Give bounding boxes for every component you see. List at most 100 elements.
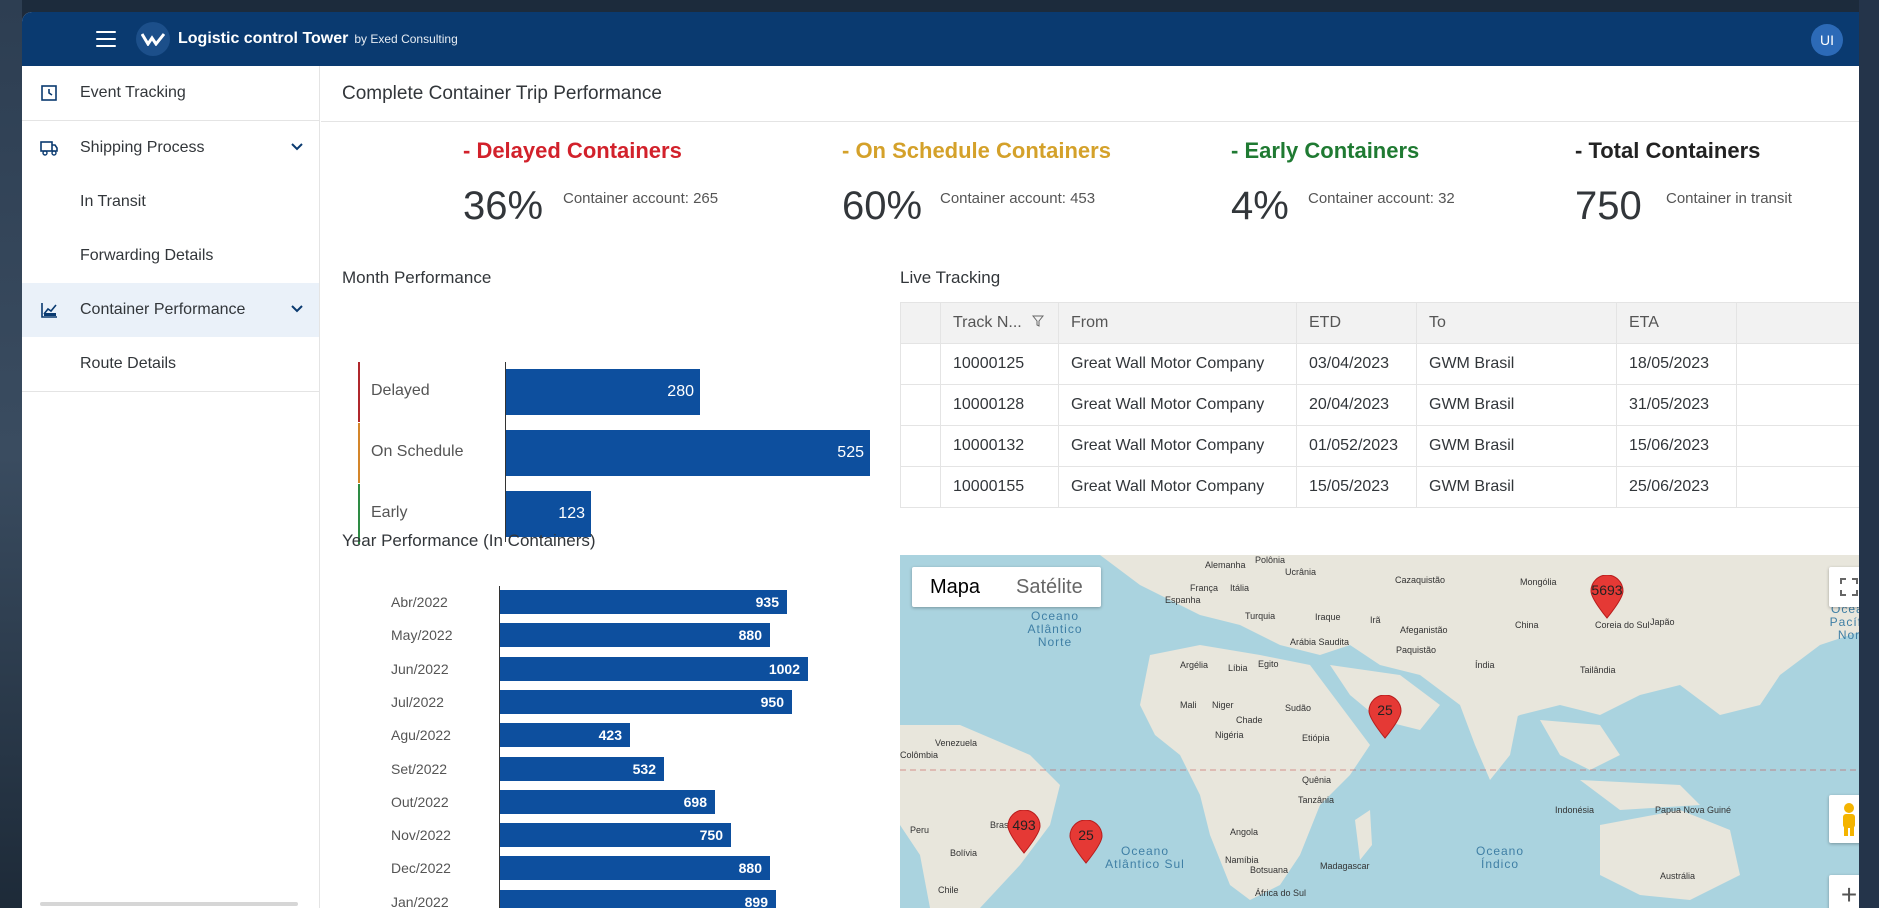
table-row[interactable]: 10000155 Great Wall Motor Company 15/05/20… bbox=[900, 466, 1879, 508]
map-country-label: Turquia bbox=[1245, 611, 1276, 621]
chart-bar[interactable]: 280 bbox=[506, 369, 700, 415]
sidebar-item-route-details[interactable]: Route Details bbox=[22, 337, 319, 391]
kpi-on-schedule-desc: Container account: 453 bbox=[940, 190, 1096, 207]
map-country-label: Namíbia bbox=[1225, 855, 1259, 865]
map-country-label: Polônia bbox=[1255, 555, 1286, 565]
chart-bar[interactable]: 935 bbox=[500, 590, 787, 614]
category-label: Set/2022 bbox=[391, 760, 448, 777]
sidebar-item-label: Event Tracking bbox=[80, 84, 186, 101]
chart-bar[interactable]: 532 bbox=[500, 756, 664, 781]
column-header-to[interactable]: To bbox=[1416, 302, 1617, 344]
category-label: Agu/2022 bbox=[391, 727, 451, 744]
table-cell: 15/05/2023 bbox=[1296, 466, 1417, 508]
chart-bar[interactable]: 525 bbox=[506, 430, 870, 476]
sidebar: Event Tracking Shipping Process In Trans… bbox=[22, 66, 320, 908]
menu-icon[interactable] bbox=[96, 31, 116, 47]
row-selector[interactable] bbox=[900, 384, 941, 426]
map-marker[interactable]: 493 bbox=[1006, 810, 1042, 854]
table-row[interactable]: 10000132 Great Wall Motor Company 01/052/2… bbox=[900, 425, 1879, 467]
map-country-label: Tanzânia bbox=[1298, 795, 1335, 805]
sidebar-item-in-transit[interactable]: In Transit bbox=[22, 175, 319, 229]
column-header-from[interactable]: From bbox=[1058, 302, 1297, 344]
table-cell-filler bbox=[1736, 384, 1879, 426]
chevron-down-icon[interactable] bbox=[289, 301, 305, 317]
chart-bar[interactable]: 950 bbox=[500, 689, 792, 714]
map-marker-label: 25 bbox=[1078, 827, 1094, 843]
table-cell: 10000128 bbox=[940, 384, 1059, 426]
sidebar-item-container-performance[interactable]: Container Performance bbox=[22, 283, 319, 337]
map-marker[interactable]: 25 bbox=[1068, 820, 1104, 864]
map-country-label: Itália bbox=[1230, 583, 1250, 593]
map-marker[interactable]: 25 bbox=[1367, 695, 1403, 739]
clock-icon bbox=[41, 85, 57, 101]
map-country-label: Etiópia bbox=[1302, 733, 1330, 743]
map-country-label: Alemanha bbox=[1205, 560, 1246, 570]
sidebar-item-forwarding-details[interactable]: Forwarding Details bbox=[22, 229, 319, 283]
avatar[interactable]: UI bbox=[1811, 24, 1843, 56]
row-selector[interactable] bbox=[900, 466, 941, 508]
column-header-etd[interactable]: ETD bbox=[1296, 302, 1417, 344]
kpi-total-title: - Total Containers bbox=[1575, 138, 1761, 163]
column-header-label: Track N... bbox=[953, 314, 1022, 331]
category-marker bbox=[358, 423, 363, 483]
chart-bar[interactable]: 750 bbox=[500, 823, 731, 848]
chart-bar[interactable]: 698 bbox=[500, 789, 715, 814]
map-country-label: Chile bbox=[938, 885, 959, 895]
table-cell: 20/04/2023 bbox=[1296, 384, 1417, 426]
map-view[interactable]: Alemanha Ucrânia França Itália Espanha Cazaqu… bbox=[900, 555, 1879, 908]
row-selector[interactable] bbox=[900, 425, 941, 467]
divider bbox=[22, 391, 319, 392]
category-label: Nov/2022 bbox=[391, 827, 451, 844]
chart-bar[interactable]: 880 bbox=[500, 623, 770, 648]
map-country-label: Angola bbox=[1230, 827, 1259, 837]
map-country-label: Quênia bbox=[1302, 775, 1332, 785]
live-tracking-title: Live Tracking bbox=[900, 268, 1001, 287]
map-tab-satelite[interactable]: Satélite bbox=[998, 567, 1101, 607]
year-performance-title: Year Performance (In Containers) bbox=[342, 531, 596, 550]
chart-bar[interactable]: 899 bbox=[500, 889, 776, 908]
sidebar-item-label: Forwarding Details bbox=[80, 247, 214, 264]
map-country-label: Paquistão bbox=[1396, 645, 1437, 655]
map-country-label: Arábia Saudita bbox=[1290, 637, 1350, 647]
row-selector[interactable] bbox=[900, 343, 941, 385]
sidebar-scrollbar[interactable] bbox=[40, 902, 298, 906]
map-country-label: Iraque bbox=[1315, 612, 1341, 622]
table-cell: GWM Brasil bbox=[1416, 425, 1617, 467]
map-country-label: Cazaquistão bbox=[1395, 575, 1446, 585]
table-cell: 25/06/2023 bbox=[1616, 466, 1737, 508]
table-row[interactable]: 10000128 Great Wall Motor Company 20/04/20… bbox=[900, 384, 1879, 426]
sidebar-item-shipping-process[interactable]: Shipping Process bbox=[22, 121, 319, 175]
table-cell: 10000132 bbox=[940, 425, 1059, 467]
map-country-label: Bolívia bbox=[950, 848, 978, 858]
chart-bar[interactable]: 423 bbox=[500, 723, 630, 748]
table-cell: GWM Brasil bbox=[1416, 343, 1617, 385]
map-marker[interactable]: 5693 bbox=[1589, 575, 1625, 619]
shell-header: Logistic control Tower by Exed Consultin… bbox=[22, 12, 1879, 66]
logo-icon bbox=[136, 22, 170, 56]
chart-bar[interactable]: 880 bbox=[500, 856, 770, 881]
chevron-down-icon[interactable] bbox=[289, 139, 305, 155]
select-column-header[interactable] bbox=[900, 302, 941, 344]
column-header-track[interactable]: Track N... bbox=[940, 302, 1059, 344]
table-cell: Great Wall Motor Company bbox=[1058, 466, 1297, 508]
category-label: Jun/2022 bbox=[391, 660, 449, 677]
app-subtitle: by Exed Consulting bbox=[354, 32, 458, 46]
column-header-eta[interactable]: ETA bbox=[1616, 302, 1737, 344]
map-tab-mapa[interactable]: Mapa bbox=[912, 567, 998, 607]
table-row[interactable]: 10000125 Great Wall Motor Company 03/04/20… bbox=[900, 343, 1879, 385]
chart-bar[interactable]: 1002 bbox=[500, 656, 808, 681]
map-type-control: Mapa Satélite bbox=[912, 567, 1101, 607]
kpi-on-schedule-title: - On Schedule Containers bbox=[842, 138, 1111, 163]
table-cell-filler bbox=[1736, 425, 1879, 467]
map-country-label: Sudão bbox=[1285, 703, 1312, 713]
table-cell: 31/05/2023 bbox=[1616, 384, 1737, 426]
table-header-row: Track N... From ETD To ETA bbox=[900, 302, 1879, 344]
filter-icon[interactable] bbox=[1032, 315, 1045, 327]
table-cell: 18/05/2023 bbox=[1616, 343, 1737, 385]
desktop-background-top bbox=[0, 0, 1879, 12]
sidebar-item-event-tracking[interactable]: Event Tracking bbox=[22, 66, 319, 120]
map-country-label: África do Sul bbox=[1255, 888, 1307, 898]
map-marker-label: 25 bbox=[1377, 702, 1393, 718]
desktop-background-right bbox=[1859, 0, 1879, 908]
sidebar-item-label: Shipping Process bbox=[80, 139, 205, 156]
